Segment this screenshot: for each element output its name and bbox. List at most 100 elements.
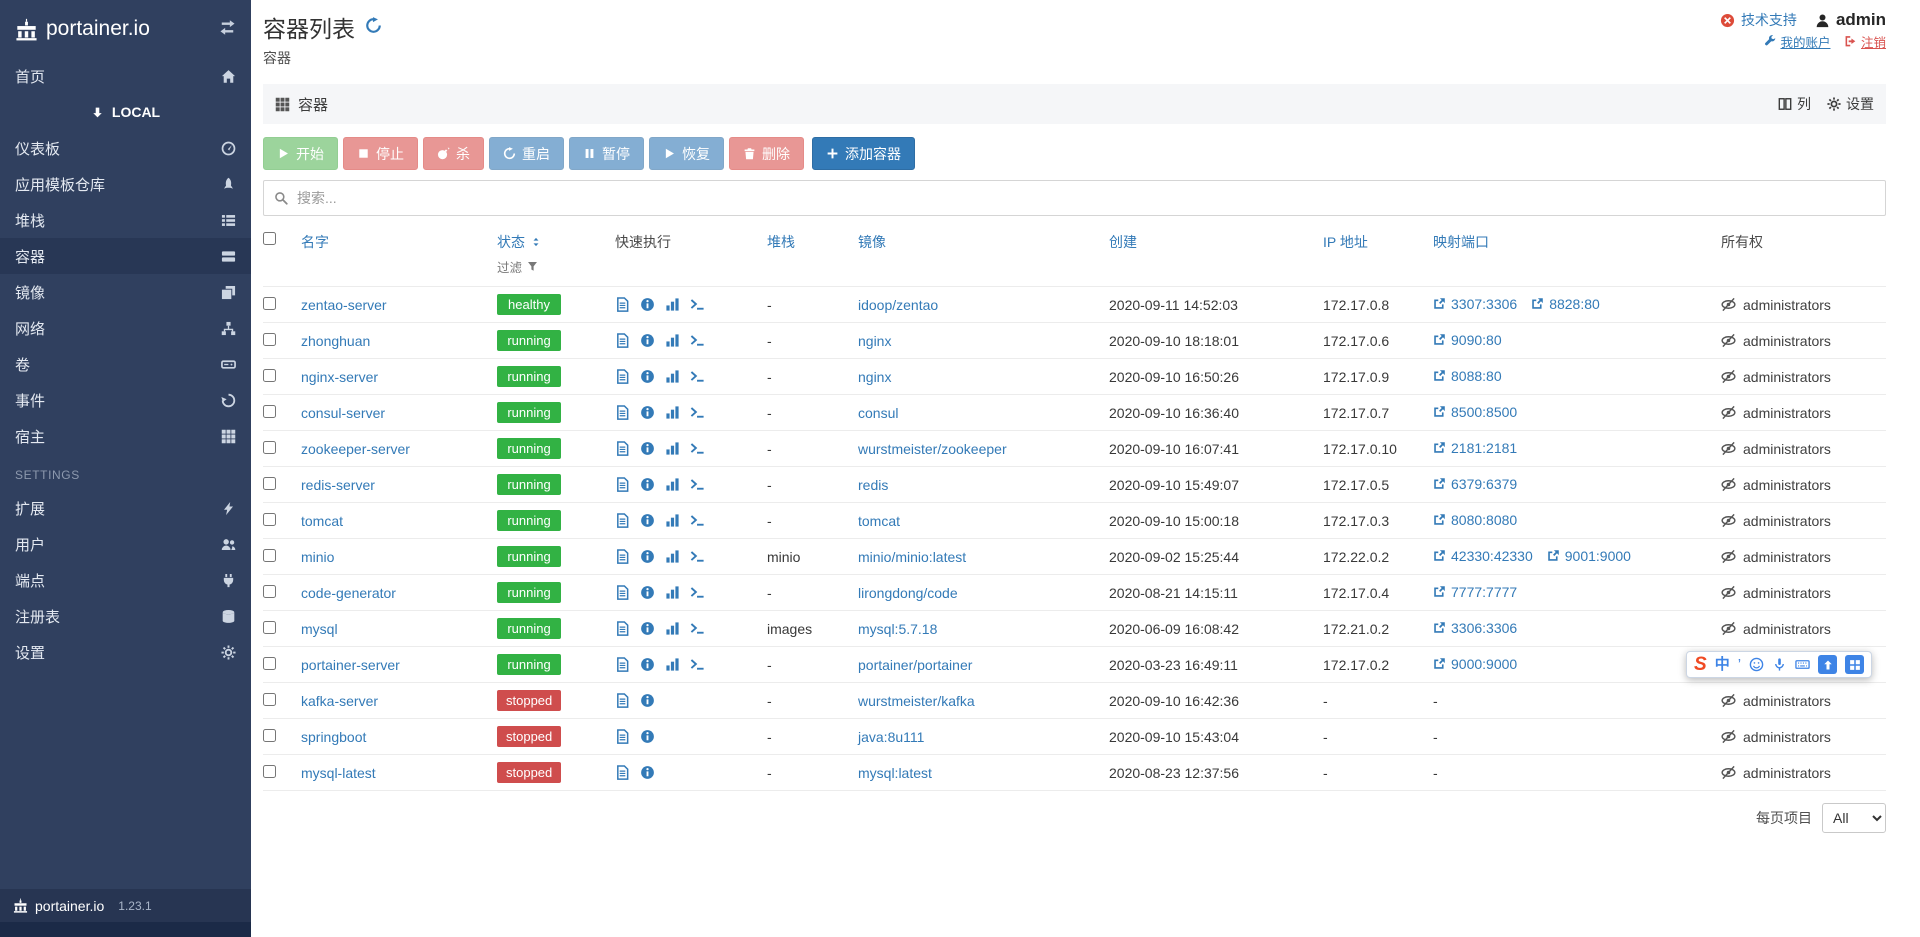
sort-by-created[interactable]: 创建 xyxy=(1109,232,1137,252)
sidebar-item-extensions[interactable]: 扩展 xyxy=(0,490,251,526)
image-link[interactable]: minio/minio:latest xyxy=(858,549,966,565)
published-port-link[interactable]: 9001:9000 xyxy=(1547,548,1631,564)
sidebar-item-home[interactable]: 首页 xyxy=(0,58,251,94)
start-button[interactable]: 开始 xyxy=(263,137,338,170)
inspect-icon[interactable] xyxy=(640,333,655,348)
row-checkbox[interactable] xyxy=(263,584,276,598)
inspect-icon[interactable] xyxy=(640,729,655,744)
sidebar-item-settings[interactable]: 设置 xyxy=(0,634,251,670)
row-checkbox[interactable] xyxy=(263,296,276,310)
inspect-icon[interactable] xyxy=(640,693,655,708)
sort-by-stack[interactable]: 堆栈 xyxy=(767,232,795,252)
image-link[interactable]: wurstmeister/zookeeper xyxy=(858,441,1007,457)
inspect-icon[interactable] xyxy=(640,441,655,456)
row-checkbox[interactable] xyxy=(263,620,276,634)
published-port-link[interactable]: 7777:7777 xyxy=(1433,584,1517,600)
console-icon[interactable] xyxy=(690,513,705,528)
logs-icon[interactable] xyxy=(615,333,630,348)
image-link[interactable]: mysql:latest xyxy=(858,765,932,781)
refresh-button[interactable] xyxy=(365,17,382,37)
container-name-link[interactable]: tomcat xyxy=(301,513,343,529)
stats-icon[interactable] xyxy=(665,621,680,636)
image-link[interactable]: nginx xyxy=(858,369,891,385)
published-port-link[interactable]: 8080:8080 xyxy=(1433,512,1517,528)
console-icon[interactable] xyxy=(690,477,705,492)
published-port-link[interactable]: 8088:80 xyxy=(1433,368,1502,384)
stats-icon[interactable] xyxy=(665,297,680,312)
stats-icon[interactable] xyxy=(665,513,680,528)
image-link[interactable]: redis xyxy=(858,477,888,493)
add-container-button[interactable]: 添加容器 xyxy=(812,137,915,170)
container-name-link[interactable]: kafka-server xyxy=(301,693,378,709)
sidebar-item-users[interactable]: 用户 xyxy=(0,526,251,562)
container-name-link[interactable]: zentao-server xyxy=(301,297,387,313)
sort-by-name[interactable]: 名字 xyxy=(301,232,329,252)
logout-link[interactable]: 注销 xyxy=(1844,32,1886,51)
image-link[interactable]: lirongdong/code xyxy=(858,585,958,601)
inspect-icon[interactable] xyxy=(640,477,655,492)
logs-icon[interactable] xyxy=(615,549,630,564)
container-name-link[interactable]: portainer-server xyxy=(301,657,400,673)
stop-button[interactable]: 停止 xyxy=(343,137,418,170)
sidebar-item-dashboard[interactable]: 仪表板 xyxy=(0,130,251,166)
image-link[interactable]: java:8u111 xyxy=(858,729,924,745)
logs-icon[interactable] xyxy=(615,729,630,744)
row-checkbox[interactable] xyxy=(263,440,276,454)
select-all-checkbox[interactable] xyxy=(263,232,276,245)
remove-button[interactable]: 删除 xyxy=(729,137,804,170)
image-link[interactable]: nginx xyxy=(858,333,891,349)
stats-icon[interactable] xyxy=(665,333,680,348)
container-name-link[interactable]: springboot xyxy=(301,729,366,745)
container-name-link[interactable]: zookeeper-server xyxy=(301,441,410,457)
endpoint-local[interactable]: LOCAL xyxy=(0,94,251,130)
published-port-link[interactable]: 8828:80 xyxy=(1531,296,1600,312)
restart-button[interactable]: 重启 xyxy=(489,137,564,170)
sidebar-toggle-button[interactable] xyxy=(219,19,236,39)
published-port-link[interactable]: 8500:8500 xyxy=(1433,404,1517,420)
console-icon[interactable] xyxy=(690,369,705,384)
row-checkbox[interactable] xyxy=(263,548,276,562)
logs-icon[interactable] xyxy=(615,693,630,708)
image-link[interactable]: wurstmeister/kafka xyxy=(858,693,975,709)
table-settings-button[interactable]: 设置 xyxy=(1827,94,1874,114)
console-icon[interactable] xyxy=(690,585,705,600)
row-checkbox[interactable] xyxy=(263,404,276,418)
resume-button[interactable]: 恢复 xyxy=(649,137,724,170)
sidebar-item-images[interactable]: 镜像 xyxy=(0,274,251,310)
container-name-link[interactable]: mysql-latest xyxy=(301,765,376,781)
console-icon[interactable] xyxy=(690,549,705,564)
stats-icon[interactable] xyxy=(665,549,680,564)
image-link[interactable]: portainer/portainer xyxy=(858,657,972,673)
console-icon[interactable] xyxy=(690,441,705,456)
inspect-icon[interactable] xyxy=(640,297,655,312)
console-icon[interactable] xyxy=(690,621,705,636)
inspect-icon[interactable] xyxy=(640,621,655,636)
ime-voice-button[interactable] xyxy=(1772,657,1787,672)
container-name-link[interactable]: minio xyxy=(301,549,334,565)
row-checkbox[interactable] xyxy=(263,332,276,346)
sort-by-ports[interactable]: 映射端口 xyxy=(1433,232,1489,252)
ime-expand-button[interactable] xyxy=(1818,655,1838,674)
stats-icon[interactable] xyxy=(665,657,680,672)
my-account-link[interactable]: 我的账户 xyxy=(1764,32,1830,51)
ime-emoji-button[interactable] xyxy=(1749,657,1764,672)
sidebar-item-networks[interactable]: 网络 xyxy=(0,310,251,346)
inspect-icon[interactable] xyxy=(640,657,655,672)
inspect-icon[interactable] xyxy=(640,549,655,564)
inspect-icon[interactable] xyxy=(640,765,655,780)
sort-by-state[interactable]: 状态 xyxy=(497,232,542,252)
published-port-link[interactable]: 3306:3306 xyxy=(1433,620,1517,636)
sidebar-item-app-templates[interactable]: 应用模板仓库 xyxy=(0,166,251,202)
image-link[interactable]: mysql:5.7.18 xyxy=(858,621,937,637)
logs-icon[interactable] xyxy=(615,441,630,456)
container-name-link[interactable]: mysql xyxy=(301,621,338,637)
published-port-link[interactable]: 3307:3306 xyxy=(1433,296,1517,312)
console-icon[interactable] xyxy=(690,657,705,672)
sidebar-item-containers[interactable]: 容器 xyxy=(0,238,251,274)
published-port-link[interactable]: 9090:80 xyxy=(1433,332,1502,348)
stats-icon[interactable] xyxy=(665,477,680,492)
logs-icon[interactable] xyxy=(615,369,630,384)
image-link[interactable]: consul xyxy=(858,405,898,421)
logs-icon[interactable] xyxy=(615,621,630,636)
container-name-link[interactable]: nginx-server xyxy=(301,369,378,385)
